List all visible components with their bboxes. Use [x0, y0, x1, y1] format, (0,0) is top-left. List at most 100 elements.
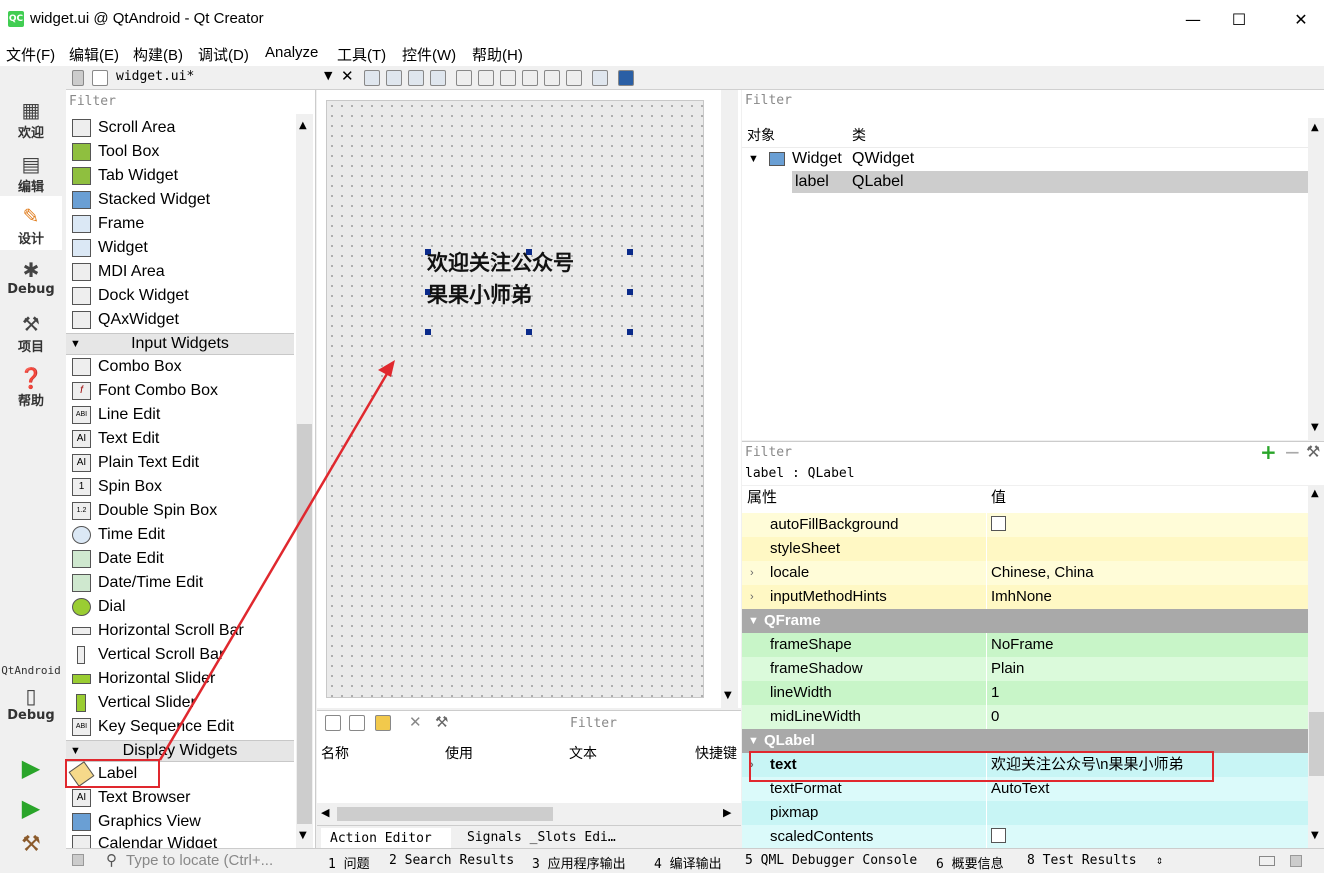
widget-item[interactable]: Horizontal Slider: [70, 667, 295, 691]
delete-action-icon[interactable]: ✕: [409, 713, 422, 731]
scroll-down-icon[interactable]: ▼: [1311, 422, 1319, 433]
scroll-up-icon[interactable]: ▲: [1311, 122, 1319, 133]
widget-item[interactable]: Stacked Widget: [70, 188, 295, 212]
kit-selector[interactable]: ▯ Debug: [0, 684, 62, 734]
scroll-down-icon[interactable]: ▼: [299, 830, 307, 841]
property-row[interactable]: scaledContents: [742, 825, 1308, 848]
property-row[interactable]: midLineWidth 0: [742, 705, 1308, 729]
object-scrollbar[interactable]: ▲ ▼: [1308, 118, 1324, 440]
tab-signals-slots-editor[interactable]: Signals _Slots Edi…: [467, 830, 616, 845]
column-used[interactable]: 使用: [445, 743, 473, 763]
more-panes-icon[interactable]: ⇕: [1156, 853, 1163, 867]
object-filter-input[interactable]: Filter: [745, 93, 792, 108]
copy-action-icon[interactable]: [349, 715, 365, 731]
build-hammer-icon[interactable]: ⚒: [0, 832, 62, 857]
output-pane-search-results[interactable]: 2 Search Results: [389, 853, 514, 868]
widget-item[interactable]: MDI Area: [70, 260, 295, 284]
menu-analyze[interactable]: Analyze: [265, 44, 318, 61]
edit-widgets-icon[interactable]: [364, 70, 380, 86]
widget-item[interactable]: Dock Widget: [70, 284, 295, 308]
resize-handle[interactable]: [627, 249, 633, 255]
close-document-icon[interactable]: ✕: [341, 67, 354, 85]
form-widget[interactable]: [326, 100, 704, 698]
widget-item[interactable]: 1.2 Double Spin Box: [70, 499, 295, 523]
edit-signals-slots-icon[interactable]: [386, 70, 402, 86]
property-row[interactable]: autoFillBackground: [742, 513, 1308, 537]
widget-item[interactable]: f Font Combo Box: [70, 379, 295, 403]
column-shortcut[interactable]: 快捷键: [695, 743, 741, 763]
run-button[interactable]: ▶: [0, 754, 62, 782]
section-qlabel[interactable]: ▼ QLabel: [742, 729, 1308, 753]
splitter-horizontal-icon[interactable]: [500, 70, 516, 86]
checkbox[interactable]: [991, 828, 1006, 844]
paste-action-icon[interactable]: [375, 715, 391, 731]
widget-item[interactable]: QAxWidget: [70, 308, 295, 332]
widget-item[interactable]: Frame: [70, 212, 295, 236]
configure-wrench-icon[interactable]: ⚒: [1306, 442, 1320, 461]
widget-item[interactable]: AI Plain Text Edit: [70, 451, 295, 475]
layout-horizontal-icon[interactable]: [456, 70, 472, 86]
widget-item[interactable]: Date Edit: [70, 547, 295, 571]
widget-item[interactable]: Tool Box: [70, 140, 295, 164]
scroll-thumb[interactable]: [297, 424, 312, 824]
widget-item[interactable]: Widget: [70, 236, 295, 260]
section-qframe[interactable]: ▼ QFrame: [742, 609, 1308, 633]
layout-grid-icon[interactable]: [544, 70, 560, 86]
resize-handle[interactable]: [627, 289, 633, 295]
close-button[interactable]: ✕: [1278, 0, 1324, 40]
mode-help[interactable]: ❓ 帮助: [0, 366, 62, 416]
category-input-widgets[interactable]: ▼ Input Widgets: [66, 333, 294, 355]
widget-item[interactable]: Calendar Widget: [70, 832, 295, 848]
widget-item[interactable]: ABI Line Edit: [70, 403, 295, 427]
widget-item[interactable]: 1 Spin Box: [70, 475, 295, 499]
expand-arrow-icon[interactable]: ›: [750, 561, 754, 585]
column-class[interactable]: 类: [852, 125, 866, 145]
column-name[interactable]: 名称: [321, 743, 349, 763]
output-pane-application-output[interactable]: 3 应用程序输出: [532, 853, 626, 872]
widget-item[interactable]: Graphics View: [70, 810, 295, 834]
tree-row-label[interactable]: label QLabel: [792, 171, 1308, 193]
minimize-button[interactable]: —: [1170, 0, 1216, 40]
break-layout-icon[interactable]: [592, 70, 608, 86]
property-row[interactable]: lineWidth 1: [742, 681, 1308, 705]
expand-arrow-icon[interactable]: ›: [750, 585, 754, 609]
output-pane-qml-debugger[interactable]: 5 QML Debugger Console: [745, 853, 917, 868]
widget-item[interactable]: Tab Widget: [70, 164, 295, 188]
layout-vertical-icon[interactable]: [478, 70, 494, 86]
widget-item[interactable]: AI Text Browser: [70, 786, 295, 810]
property-row[interactable]: pixmap: [742, 801, 1308, 825]
progress-details-icon[interactable]: [1259, 856, 1275, 866]
menu-tools[interactable]: 工具(T): [337, 44, 386, 65]
expand-arrow-icon[interactable]: ▼: [748, 148, 759, 170]
debug-run-button[interactable]: ▶: [0, 794, 62, 822]
widget-item[interactable]: Scroll Area: [70, 116, 295, 140]
checkbox[interactable]: [991, 516, 1006, 532]
property-row[interactable]: frameShadow Plain: [742, 657, 1308, 681]
scroll-down-icon[interactable]: ▼: [724, 690, 732, 701]
widget-filter-input[interactable]: Filter: [69, 94, 116, 109]
scroll-right-icon[interactable]: ▶: [723, 806, 731, 819]
canvas-scrollbar[interactable]: ▼: [721, 90, 738, 708]
scroll-down-icon[interactable]: ▼: [1311, 830, 1319, 841]
property-row[interactable]: styleSheet: [742, 537, 1308, 561]
action-hscrollbar[interactable]: ◀ ▶: [317, 803, 741, 825]
configure-wrench-icon[interactable]: ⚒: [435, 713, 448, 731]
menu-debug[interactable]: 调试(D): [198, 44, 249, 65]
column-object[interactable]: 对象: [747, 125, 775, 145]
adjust-size-icon[interactable]: [618, 70, 634, 86]
column-property[interactable]: 属性: [747, 486, 777, 510]
widget-item[interactable]: ABI Key Sequence Edit: [70, 715, 295, 739]
splitter-vertical-icon[interactable]: [522, 70, 538, 86]
widget-item[interactable]: Vertical Scroll Bar: [70, 643, 295, 667]
mode-design[interactable]: ✎ 设计: [0, 196, 62, 250]
widget-item[interactable]: Date/Time Edit: [70, 571, 295, 595]
property-filter-input[interactable]: Filter: [745, 445, 792, 460]
kit-project-name[interactable]: QtAndroid: [0, 664, 62, 677]
scroll-thumb[interactable]: [337, 807, 553, 821]
resize-handle[interactable]: [526, 329, 532, 335]
edit-tab-order-icon[interactable]: [430, 70, 446, 86]
mode-debug[interactable]: ✱ Debug: [0, 258, 62, 308]
widget-box-scrollbar[interactable]: ▲ ▼: [296, 114, 313, 848]
widget-item[interactable]: Dial: [70, 595, 295, 619]
locator-input[interactable]: Type to locate (Ctrl+...: [126, 852, 273, 869]
